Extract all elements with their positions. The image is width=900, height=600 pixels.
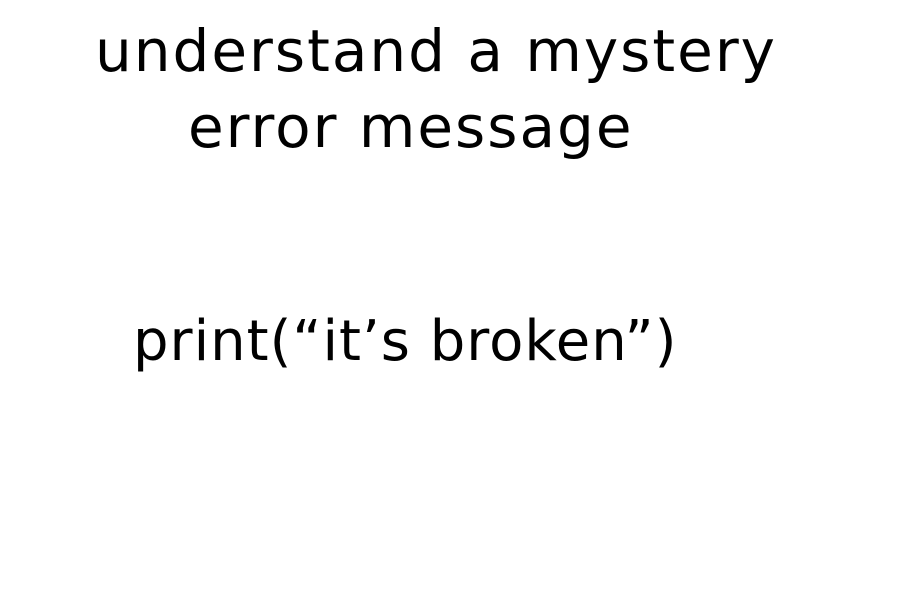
code-snippet: print(“it’s broken”) <box>133 309 678 374</box>
drawing-canvas: understand a mystery error message print… <box>0 0 900 600</box>
heading-line-1: understand a mystery <box>95 17 777 85</box>
heading-line-2: error message <box>188 93 634 161</box>
